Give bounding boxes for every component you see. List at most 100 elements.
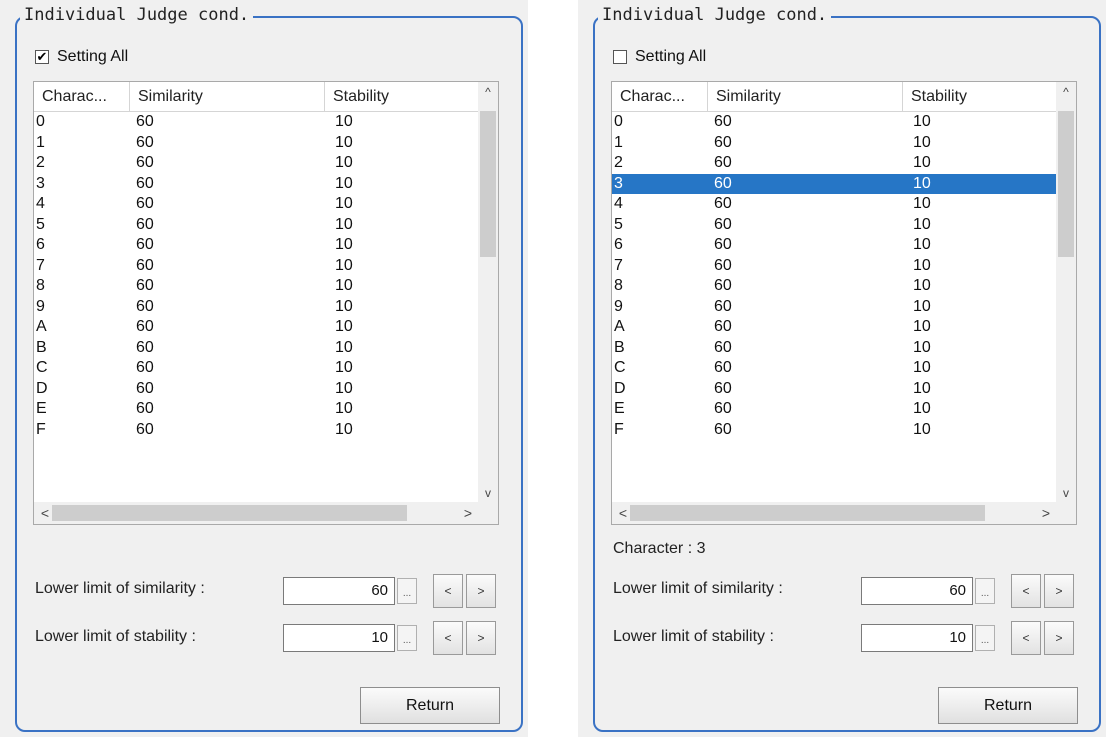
cell-character: 4 [36,195,45,212]
table-row[interactable]: 2 60 10 [34,153,479,174]
table-row[interactable]: B 60 10 [34,338,479,359]
table-row[interactable]: D 60 10 [612,379,1057,400]
cell-character: 3 [614,174,623,192]
table-row[interactable]: F 60 10 [34,420,479,441]
table-row[interactable]: 9 60 10 [34,297,479,318]
checkbox-box[interactable]: ✔ [35,50,49,64]
stability-input[interactable]: 10 [283,624,395,652]
stability-increase-button[interactable]: > [1044,621,1074,655]
column-header-similarity[interactable]: Similarity [708,82,903,111]
table-row[interactable]: B 60 10 [612,338,1057,359]
cell-stability: 10 [913,154,931,171]
list-header: Charac... Similarity Stability [34,82,479,112]
horizontal-scrollbar[interactable]: < > [34,502,479,524]
cell-similarity: 60 [714,318,732,335]
cell-similarity: 60 [136,400,154,417]
stability-decrease-button[interactable]: < [433,621,463,655]
character-list[interactable]: Charac... Similarity Stability 0 60 10 1 60 1… [33,81,499,525]
vertical-scroll-thumb[interactable] [1058,111,1074,257]
cell-similarity: 60 [136,154,154,171]
table-row[interactable]: 8 60 10 [34,276,479,297]
cell-character: 2 [614,154,623,171]
similarity-input[interactable]: 60 [861,577,973,605]
vertical-scroll-thumb[interactable] [480,111,496,257]
character-list[interactable]: Charac... Similarity Stability 0 60 10 1 60 1… [611,81,1077,525]
similarity-increase-button[interactable]: > [1044,574,1074,608]
checkbox-box[interactable] [613,50,627,64]
similarity-decrease-button[interactable]: < [1011,574,1041,608]
cell-character: C [614,359,626,376]
table-row[interactable]: 1 60 10 [612,133,1057,154]
table-row[interactable]: 0 60 10 [34,112,479,133]
cell-stability: 10 [913,113,931,130]
cell-similarity: 60 [714,236,732,253]
table-row[interactable]: E 60 10 [612,399,1057,420]
table-row[interactable]: 5 60 10 [34,215,479,236]
cell-stability: 10 [335,420,353,438]
table-row[interactable]: D 60 10 [34,379,479,400]
scroll-down-icon[interactable]: v [478,483,498,503]
similarity-increase-button[interactable]: > [466,574,496,608]
scroll-up-icon[interactable]: ^ [1056,82,1076,102]
horizontal-scrollbar[interactable]: < > [612,502,1057,524]
cell-character: 4 [614,195,623,212]
stability-keypad-button[interactable]: ... [397,625,417,651]
setting-all-label: Setting All [57,48,129,65]
horizontal-scroll-thumb[interactable] [52,505,407,521]
table-row[interactable]: 8 60 10 [612,276,1057,297]
table-row[interactable]: C 60 10 [34,358,479,379]
vertical-scrollbar[interactable]: ^ v [1056,82,1076,503]
cell-similarity: 60 [136,256,154,274]
column-header-stability[interactable]: Stability [325,82,479,111]
cell-stability: 10 [335,174,353,192]
vertical-scrollbar[interactable]: ^ v [478,82,498,503]
table-row[interactable]: C 60 10 [612,358,1057,379]
cell-character: A [614,318,625,335]
table-row[interactable]: 4 60 10 [34,194,479,215]
table-row[interactable]: 5 60 10 [612,215,1057,236]
table-row[interactable]: E 60 10 [34,399,479,420]
cell-similarity: 60 [136,359,154,376]
stability-label: Lower limit of stability : [35,628,196,645]
scroll-corner [1056,502,1076,524]
scroll-up-icon[interactable]: ^ [478,82,498,102]
stability-input[interactable]: 10 [861,624,973,652]
table-row[interactable]: 7 60 10 [34,256,479,277]
table-row[interactable]: 6 60 10 [34,235,479,256]
table-row[interactable]: 2 60 10 [612,153,1057,174]
cell-stability: 10 [335,236,353,253]
stability-keypad-button[interactable]: ... [975,625,995,651]
table-row[interactable]: 9 60 10 [612,297,1057,318]
setting-all-checkbox[interactable]: Setting All [613,46,706,68]
table-row[interactable]: 0 60 10 [612,112,1057,133]
table-row[interactable]: 3 60 10 [612,173,1057,194]
scroll-right-icon[interactable]: > [1035,502,1057,524]
column-header-character[interactable]: Charac... [34,82,130,111]
character-info: Character : 3 [613,540,706,557]
column-header-similarity[interactable]: Similarity [130,82,325,111]
table-row[interactable]: 1 60 10 [34,133,479,154]
stability-decrease-button[interactable]: < [1011,621,1041,655]
return-button[interactable]: Return [938,687,1078,724]
table-row[interactable]: 4 60 10 [612,194,1057,215]
table-row[interactable]: F 60 10 [612,420,1057,441]
scroll-down-icon[interactable]: v [1056,483,1076,503]
similarity-keypad-button[interactable]: ... [397,578,417,604]
similarity-label: Lower limit of similarity : [613,580,783,597]
column-header-stability[interactable]: Stability [903,82,1057,111]
similarity-keypad-button[interactable]: ... [975,578,995,604]
setting-all-checkbox[interactable]: ✔ Setting All [35,46,128,68]
table-row[interactable]: A 60 10 [34,317,479,338]
scroll-right-icon[interactable]: > [457,502,479,524]
table-row[interactable]: 6 60 10 [612,235,1057,256]
similarity-input[interactable]: 60 [283,577,395,605]
cell-similarity: 60 [136,215,154,233]
table-row[interactable]: 7 60 10 [612,256,1057,277]
table-row[interactable]: 3 60 10 [34,174,479,195]
similarity-decrease-button[interactable]: < [433,574,463,608]
stability-increase-button[interactable]: > [466,621,496,655]
return-button[interactable]: Return [360,687,500,724]
column-header-character[interactable]: Charac... [612,82,708,111]
horizontal-scroll-thumb[interactable] [630,505,985,521]
table-row[interactable]: A 60 10 [612,317,1057,338]
